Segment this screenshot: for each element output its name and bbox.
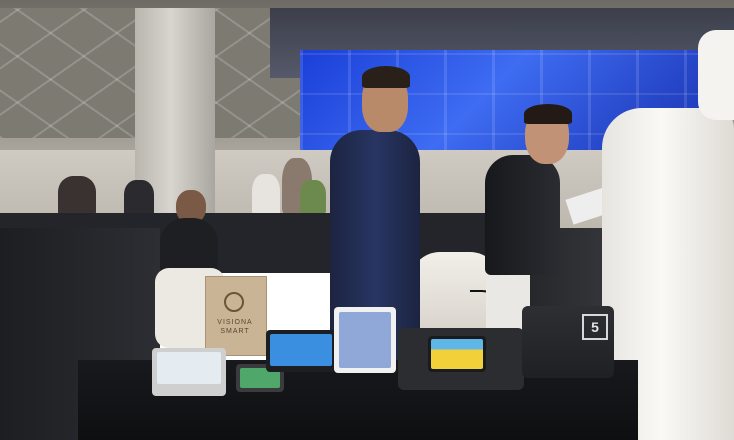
- blue-tablet-screen: [270, 334, 332, 366]
- man-in-black-suit-hair: [524, 104, 572, 124]
- man-in-black-suit: [485, 155, 560, 275]
- crowd-person: [252, 174, 280, 216]
- booth-sign-line1: VISIONA: [217, 319, 253, 326]
- blue-tablet: [266, 330, 336, 372]
- crowd-person: [58, 176, 96, 216]
- crowd-person: [300, 180, 326, 214]
- sign-emblem-icon: [224, 292, 244, 312]
- crowd-person: [124, 180, 154, 216]
- pos-terminal-screen: [157, 352, 221, 384]
- pos-terminal: [152, 348, 226, 396]
- printer-mark: 5: [582, 314, 608, 340]
- portrait-tablet: [334, 307, 396, 373]
- booth-sign-line2: SMART: [220, 328, 250, 335]
- booth-sign: [205, 276, 267, 356]
- kiosk-terminal-screen: [431, 339, 483, 369]
- booth-sign-text: VISIONA SMART: [205, 318, 265, 336]
- kiosk-terminal: [428, 336, 486, 372]
- white-headwear: [698, 30, 734, 120]
- man-in-blue-suit-hair: [362, 66, 410, 88]
- portrait-tablet-screen: [339, 312, 391, 368]
- photo-frame: VISIONA SMART 5: [0, 0, 734, 440]
